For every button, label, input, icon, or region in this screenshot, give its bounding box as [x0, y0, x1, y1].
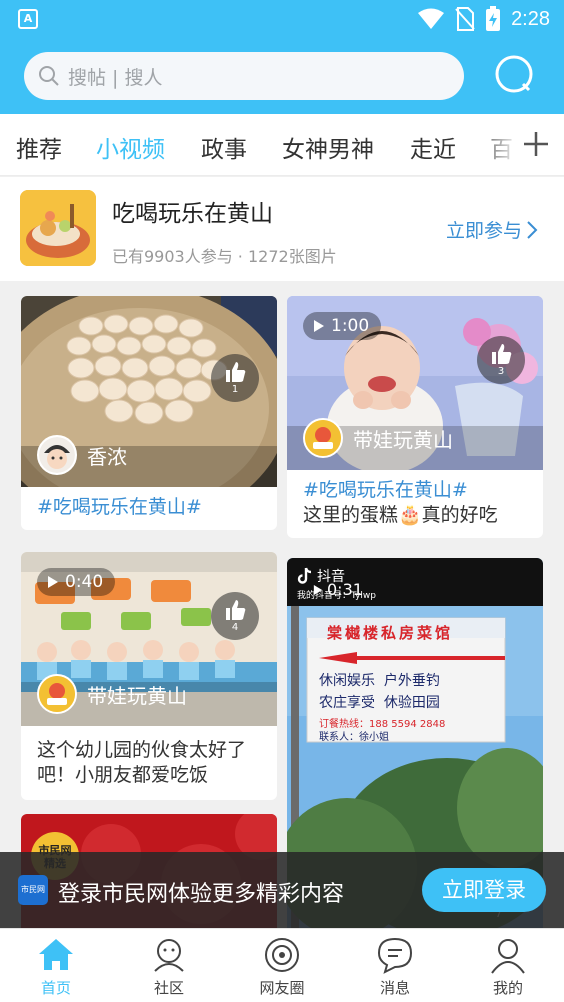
- author-name: 带娃玩黄山: [87, 683, 187, 708]
- status-bar: A 2:28: [0, 0, 564, 40]
- login-banner: 市民网 登录市民网体验更多精彩内容 立即登录: [0, 852, 564, 928]
- wifi-icon: [418, 8, 445, 29]
- login-button[interactable]: 立即登录: [422, 868, 546, 912]
- tab-short-video[interactable]: 小视频: [96, 130, 165, 164]
- community-icon: [154, 939, 184, 972]
- thumbs-up-icon: [226, 362, 246, 382]
- sign-contact: 联系人：徐小姐: [319, 732, 389, 743]
- video-duration: 0:31: [313, 580, 363, 599]
- post-caption: #吃喝玩乐在黄山# 这里的蛋糕🎂真的好吃: [287, 470, 543, 538]
- sign-title: 棠樾楼私房菜馆: [327, 624, 454, 642]
- post-image: 1:00 3 带娃玩黄山: [287, 296, 543, 470]
- play-icon: [314, 320, 324, 332]
- nav-profile[interactable]: 我的: [468, 935, 548, 998]
- author-name: 香浓: [87, 444, 127, 469]
- add-tab-icon[interactable]: [522, 130, 550, 158]
- post-card[interactable]: 1 香浓 #吃喝玩乐在黄山#: [21, 296, 277, 530]
- tab-recommend[interactable]: 推荐: [16, 130, 62, 164]
- search-placeholder: 搜帖 | 搜人: [68, 66, 163, 89]
- tab-closer[interactable]: 走近: [410, 130, 456, 164]
- video-duration: 0:40: [37, 568, 116, 596]
- avatar: [37, 674, 77, 714]
- like-count: 1: [231, 384, 239, 395]
- nav-messages[interactable]: 消息: [355, 935, 435, 998]
- thumbs-up-icon: [226, 600, 246, 620]
- like-count: 3: [497, 366, 505, 377]
- avatar: [303, 418, 343, 458]
- status-icons: 2:28: [417, 6, 550, 32]
- category-tabs: 推荐 小视频 政事 女神男神 走近 百: [0, 114, 564, 176]
- play-icon: [48, 576, 58, 588]
- bottom-nav: 首页 社区 网友圈 消息 我的: [0, 928, 564, 1002]
- post-image: 1 香浓: [21, 296, 277, 487]
- search-icon: [39, 66, 59, 86]
- thumbs-up-icon: [492, 344, 512, 364]
- post-text: 这里的蛋糕🎂真的好吃: [303, 504, 498, 526]
- topic-header[interactable]: 吃喝玩乐在黄山 已有9903人参与 · 1272张图片 立即参与: [0, 177, 564, 281]
- hashtag[interactable]: #吃喝玩乐在黄山#: [37, 496, 202, 518]
- join-label: 立即参与: [446, 220, 523, 242]
- nav-home[interactable]: 首页: [16, 935, 96, 998]
- sign-line-1: 休闲娱乐 户外垂钓: [319, 673, 440, 689]
- message-icon: [377, 937, 413, 974]
- banner-text: 登录市民网体验更多精彩内容: [58, 882, 345, 907]
- clock: 2:28: [511, 7, 550, 30]
- topic-title: 吃喝玩乐在黄山: [112, 201, 273, 227]
- tab-goddess[interactable]: 女神男神: [282, 130, 374, 164]
- join-button[interactable]: 立即参与: [446, 216, 538, 243]
- avatar: [37, 435, 77, 475]
- header: 搜帖 | 搜人: [0, 40, 564, 114]
- topic-thumbnail: [20, 190, 96, 266]
- tiktok-icon: [297, 567, 312, 584]
- user-icon: [491, 939, 525, 974]
- chevron-right-icon: [527, 220, 538, 239]
- post-caption: #吃喝玩乐在黄山#: [21, 487, 277, 530]
- post-author[interactable]: 带娃玩黄山: [303, 418, 453, 458]
- home-icon: [39, 939, 73, 970]
- battery-charging-icon: [486, 6, 501, 31]
- topic-meta: 已有9903人参与 · 1272张图片: [112, 247, 337, 266]
- like-count: 4: [231, 622, 239, 633]
- app-notification-icon: A: [18, 9, 38, 29]
- sign-line-2: 农庄享受 休验田园: [319, 695, 440, 711]
- post-author[interactable]: 带娃玩黄山: [37, 674, 187, 714]
- hashtag[interactable]: #吃喝玩乐在黄山#: [303, 478, 529, 503]
- post-card[interactable]: 0:40 4 带娃玩黄山 这个幼儿园的伙食太好了吧！小朋友都爱吃饭: [21, 552, 277, 800]
- like-button[interactable]: 1: [211, 354, 259, 402]
- tabs-fade: [470, 114, 520, 174]
- search-input[interactable]: 搜帖 | 搜人: [24, 52, 464, 100]
- nav-friends[interactable]: 网友圈: [242, 935, 322, 998]
- post-card[interactable]: 1:00 3 带娃玩黄山 #吃喝玩乐在黄山# 这里的蛋糕🎂真的好吃: [287, 296, 543, 538]
- nav-community[interactable]: 社区: [129, 935, 209, 998]
- search-button-icon[interactable]: [493, 54, 537, 98]
- author-name: 带娃玩黄山: [353, 427, 453, 452]
- tab-politics[interactable]: 政事: [201, 130, 247, 164]
- post-caption: 这个幼儿园的伙食太好了吧！小朋友都爱吃饭: [21, 726, 277, 800]
- post-image: 0:40 4 带娃玩黄山: [21, 552, 277, 726]
- like-button[interactable]: 3: [477, 336, 525, 384]
- friends-circle-icon: [265, 938, 299, 972]
- like-button[interactable]: 4: [211, 592, 259, 640]
- no-sim-icon: [455, 7, 475, 31]
- play-icon: [313, 584, 323, 595]
- post-text: 这个幼儿园的伙食太好了吧！小朋友都爱吃饭: [37, 739, 247, 786]
- post-author[interactable]: 香浓: [37, 435, 127, 475]
- app-logo: 市民网: [18, 875, 48, 905]
- video-duration: 1:00: [303, 312, 382, 340]
